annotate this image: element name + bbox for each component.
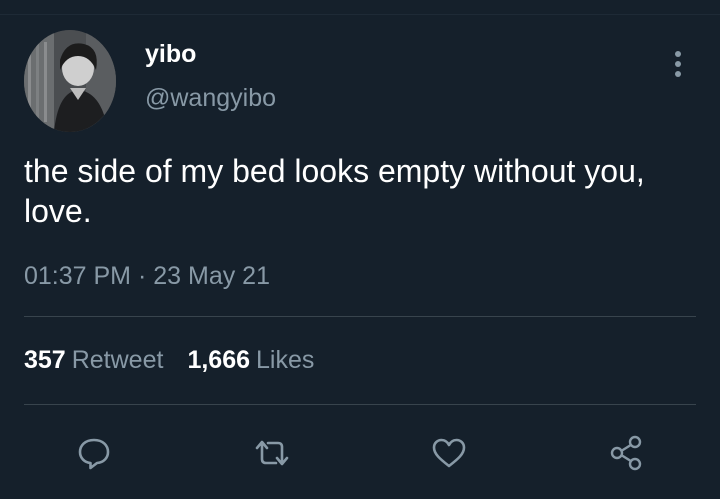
- author-display-name[interactable]: yibo: [145, 38, 196, 70]
- avatar-photo-icon: [24, 30, 116, 132]
- heart-icon: [432, 438, 466, 468]
- likes-stat[interactable]: 1,666 Likes: [187, 344, 314, 376]
- tweet-actions: [0, 428, 720, 478]
- more-options-button[interactable]: [664, 46, 692, 82]
- retweets-count: 357: [24, 346, 66, 374]
- meta-separator: ·: [137, 262, 147, 290]
- likes-count: 1,666: [187, 346, 250, 374]
- retweets-label: Retweet: [71, 346, 164, 374]
- more-dot-icon: [675, 61, 681, 67]
- divider: [24, 316, 696, 317]
- tweet-date: 23 May 21: [153, 262, 270, 290]
- tweet-time: 01:37 PM: [24, 262, 132, 290]
- engagement-stats: 357 Retweet 1,666 Likes: [24, 344, 314, 376]
- likes-label: Likes: [256, 346, 315, 374]
- author-handle[interactable]: @wangyibo: [145, 82, 276, 114]
- reply-icon: [78, 438, 110, 470]
- retweets-stat[interactable]: 357 Retweet: [24, 344, 163, 376]
- reply-button[interactable]: [69, 428, 119, 478]
- tweet-card: yibo @wangyibo the side of my bed looks …: [0, 0, 720, 499]
- retweet-icon: [255, 440, 289, 466]
- like-button[interactable]: [424, 428, 474, 478]
- top-divider: [0, 14, 720, 15]
- avatar[interactable]: [24, 30, 116, 132]
- share-icon: [610, 435, 642, 471]
- more-dot-icon: [675, 51, 681, 57]
- divider: [24, 404, 696, 405]
- tweet-timestamp[interactable]: 01:37 PM · 23 May 21: [24, 260, 270, 292]
- retweet-button[interactable]: [247, 428, 297, 478]
- share-button[interactable]: [601, 428, 651, 478]
- tweet-text: the side of my bed looks empty without y…: [24, 153, 645, 229]
- more-dot-icon: [675, 71, 681, 77]
